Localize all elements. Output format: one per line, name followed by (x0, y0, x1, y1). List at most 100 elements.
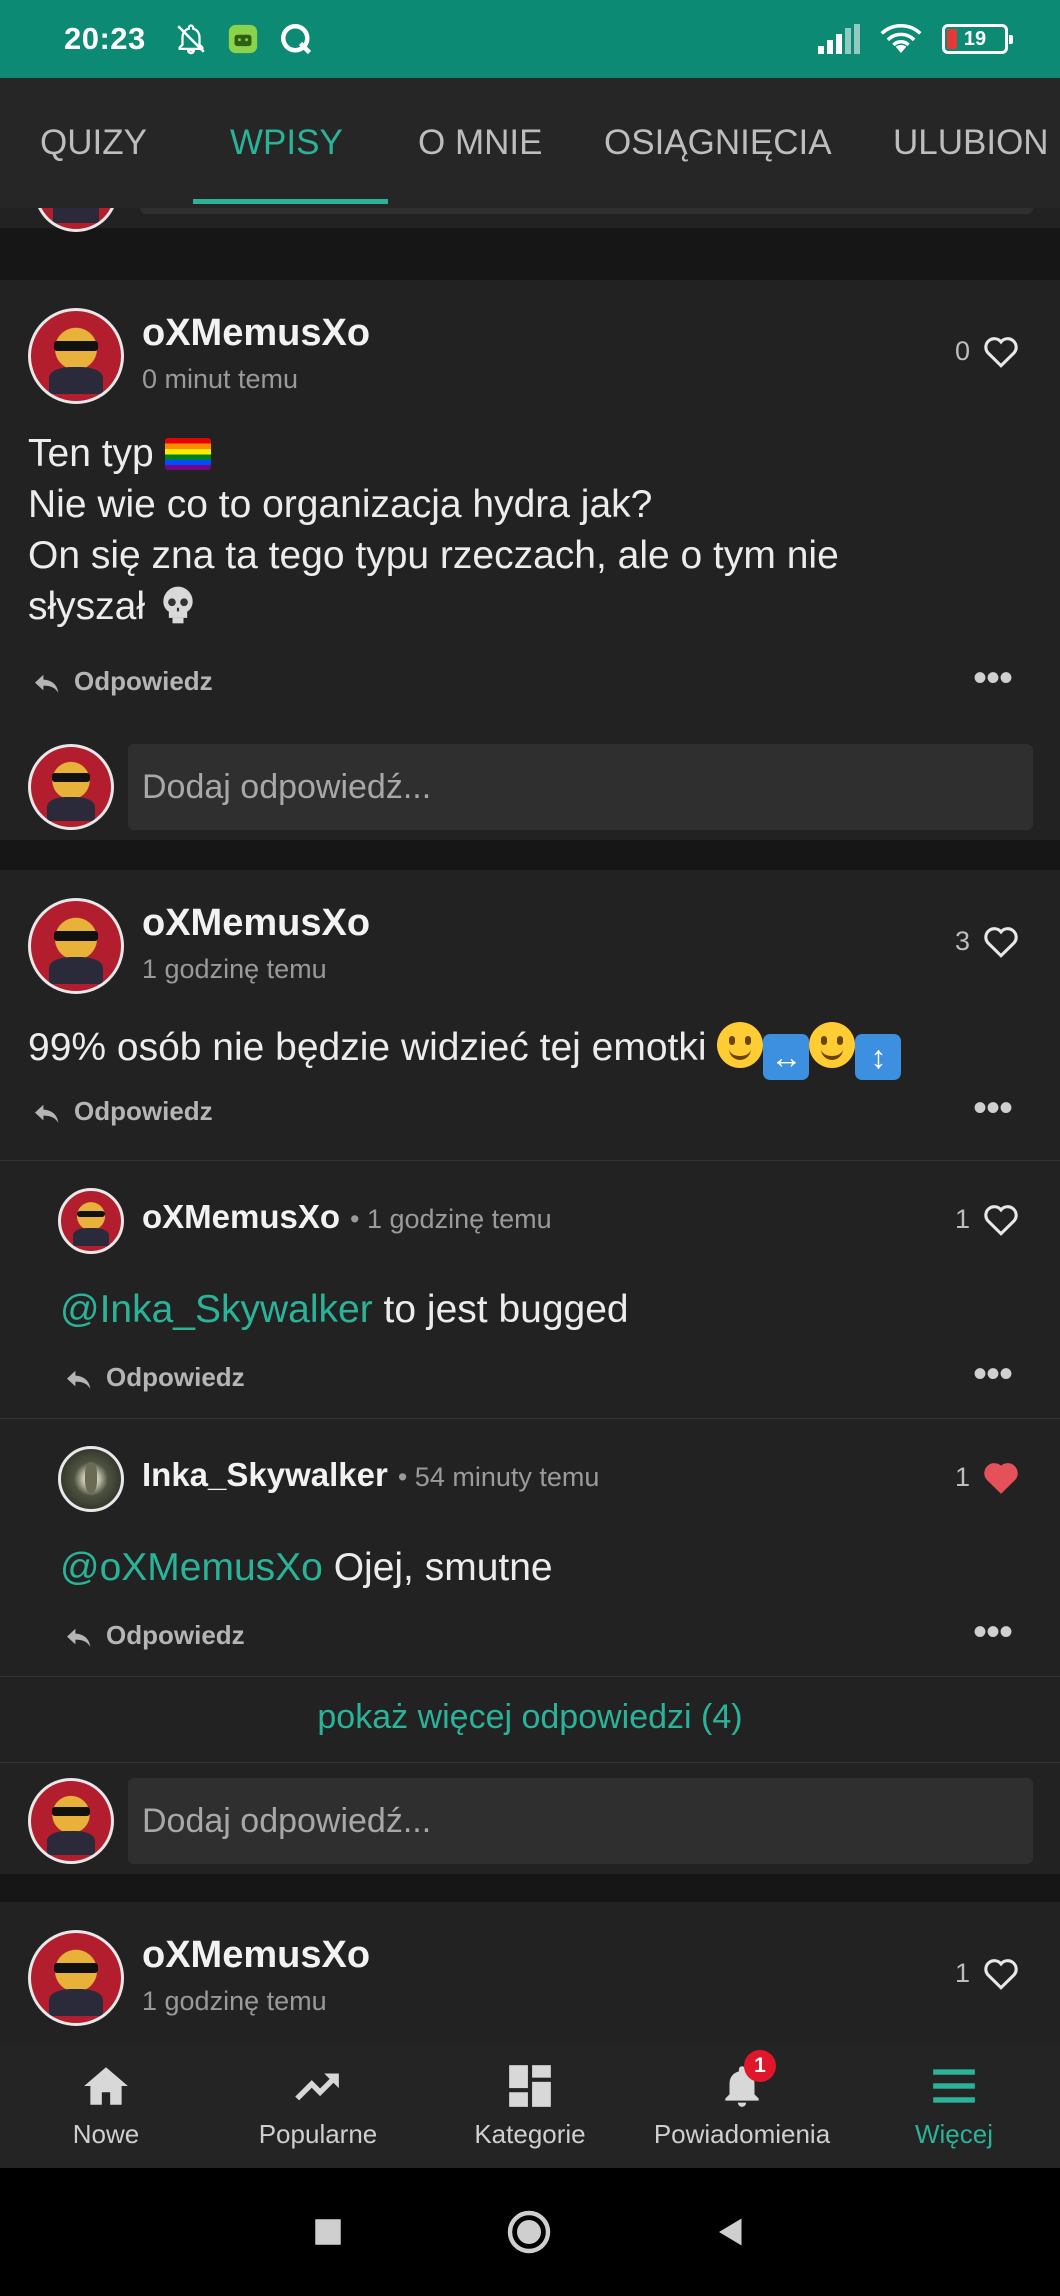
post-time: 1 godzinę temu (142, 1986, 327, 2016)
reply-button[interactable]: Odpowiedz (64, 1620, 245, 1651)
reply-author-avatar[interactable] (58, 1446, 124, 1512)
nav-popularne[interactable]: Popularne (212, 2044, 424, 2168)
more-options-icon[interactable]: ••• (973, 1612, 1013, 1652)
divider (0, 1676, 1060, 1677)
nav-powiadomienia[interactable]: Powiadomienia 1 (636, 2044, 848, 2168)
reply-input[interactable]: Dodaj odpowiedź... (128, 1778, 1033, 1864)
home-button-icon[interactable] (505, 2208, 553, 2256)
system-navigation-bar (0, 2168, 1060, 2296)
reply-text: Ojej, smutne (322, 1546, 553, 1589)
posts-feed[interactable]: oXMemusXo 0 minut temu 0 Ten typ Nie wie… (0, 208, 1060, 2044)
heart-outline-icon[interactable] (982, 1202, 1020, 1236)
post-card: oXMemusXo 1 godzinę temu 3 99% osób nie … (0, 870, 1060, 1874)
reply-label: Odpowiedz (106, 1620, 245, 1650)
android-app-icon (228, 24, 257, 54)
reply-time: • 54 minuty temu (397, 1462, 600, 1492)
like-control[interactable]: 3 (955, 924, 1020, 958)
tab-osiagniecia[interactable]: OSIĄGNIĘCIA (604, 78, 832, 208)
nav-label: Powiadomienia (653, 2118, 831, 2149)
like-control[interactable]: 1 (955, 1460, 1020, 1494)
battery-level: 19 (963, 27, 987, 50)
up-down-arrow-icon: ↕ (855, 1034, 902, 1080)
reply-label: Odpowiedz (74, 666, 213, 696)
left-right-arrow-icon: ↔ (763, 1034, 810, 1080)
nav-label: Kategorie (474, 2118, 586, 2149)
back-icon[interactable] (713, 2214, 749, 2250)
post-line-3: On się zna ta tego typu rzeczach, ale o … (28, 534, 839, 577)
avatar (34, 208, 118, 232)
post-author[interactable]: oXMemusXo (142, 312, 370, 355)
post-card: oXMemusXo 1 godzinę temu 1 (0, 1902, 1060, 2044)
like-count: 3 (954, 925, 970, 956)
reply-author[interactable]: Inka_Skywalker (142, 1456, 388, 1494)
reply-header: Inka_Skywalker • 54 minuty temu (142, 1456, 599, 1494)
notification-badge: 1 (744, 2050, 776, 2082)
author-avatar[interactable] (28, 898, 124, 994)
reply-author-avatar[interactable] (58, 1188, 124, 1254)
smile-emoji-icon (809, 1022, 856, 1068)
rainbow-flag-icon (164, 438, 211, 470)
clock: 20:23 (64, 21, 146, 56)
menu-icon (933, 2068, 975, 2103)
reply-icon (35, 1104, 59, 1123)
post-line-4: słyszał (28, 585, 146, 628)
tab-o-mnie[interactable]: O MNIE (418, 78, 542, 208)
bottom-navigation: Nowe Popularne Kategorie Powiadomienia 1… (0, 2044, 1060, 2168)
previous-post-fragment (0, 208, 1060, 232)
recents-icon[interactable] (311, 2215, 345, 2249)
active-tab-indicator (193, 199, 388, 204)
post-line-1: Ten typ (28, 432, 154, 475)
post-text: 99% osób nie będzie widzieć tej emotki (28, 1026, 707, 1069)
reply-icon (35, 674, 59, 693)
post-author[interactable]: oXMemusXo (142, 902, 370, 945)
reply-button[interactable]: Odpowiedz (64, 1362, 245, 1393)
post-body: 99% osób nie będzie widzieć tej emotki ↔… (28, 1022, 1038, 1080)
reply-input[interactable]: Dodaj odpowiedź... (128, 744, 1033, 830)
like-control[interactable]: 0 (955, 334, 1020, 368)
heart-outline-icon[interactable] (982, 334, 1020, 368)
tab-wpisy[interactable]: WPISY (230, 78, 343, 208)
author-avatar[interactable] (28, 1930, 124, 2026)
more-options-icon[interactable]: ••• (973, 1088, 1013, 1128)
heart-outline-icon[interactable] (982, 924, 1020, 958)
reply-time: • 1 godzinę temu (350, 1204, 552, 1234)
bell-off-icon (177, 24, 205, 55)
reply-button[interactable]: Odpowiedz (32, 666, 213, 697)
heart-outline-icon[interactable] (982, 1956, 1020, 1990)
nav-nowe[interactable]: Nowe (0, 2044, 212, 2168)
reply-button[interactable]: Odpowiedz (32, 1096, 213, 1127)
tab-ulubione[interactable]: ULUBION (893, 78, 1049, 208)
divider (0, 1418, 1060, 1419)
like-control[interactable]: 1 (955, 1202, 1020, 1236)
more-options-icon[interactable]: ••• (973, 658, 1013, 698)
q-app-icon (280, 24, 311, 55)
more-options-icon[interactable]: ••• (973, 1354, 1013, 1394)
grid-icon (509, 2064, 551, 2107)
mention-link[interactable]: @oXMemusXo (60, 1546, 323, 1589)
tab-quizy[interactable]: QUIZY (40, 78, 147, 208)
smile-emoji-icon (717, 1022, 764, 1068)
divider (0, 1762, 1060, 1763)
signal-icon (818, 24, 860, 54)
nav-kategorie[interactable]: Kategorie (424, 2044, 636, 2168)
trending-icon (295, 2073, 339, 2100)
mention-link[interactable]: @Inka_Skywalker (60, 1288, 373, 1331)
post-card: oXMemusXo 0 minut temu 0 Ten typ Nie wie… (0, 280, 1060, 840)
show-more-replies-link[interactable]: pokaż więcej odpowiedzi (4) (0, 1698, 1060, 1737)
reply-icon (67, 1628, 91, 1647)
post-author[interactable]: oXMemusXo (142, 1934, 370, 1977)
reply-header: oXMemusXo • 1 godzinę temu (142, 1198, 552, 1236)
reply-label: Odpowiedz (106, 1362, 245, 1392)
nav-label: Popularne (258, 2118, 378, 2149)
nav-label: Więcej (914, 2118, 993, 2149)
like-count: 0 (954, 335, 970, 366)
like-control[interactable]: 1 (955, 1956, 1020, 1990)
nav-label: Nowe (72, 2118, 140, 2149)
battery-icon: 19 (942, 24, 1013, 54)
author-avatar[interactable] (28, 308, 124, 404)
skull-icon (156, 583, 200, 627)
nav-wiecej[interactable]: Więcej (848, 2044, 1060, 2168)
reply-author[interactable]: oXMemusXo (142, 1198, 340, 1236)
reply-body: @oXMemusXo Ojej, smutne (60, 1542, 1060, 1593)
heart-filled-icon[interactable] (982, 1460, 1020, 1494)
